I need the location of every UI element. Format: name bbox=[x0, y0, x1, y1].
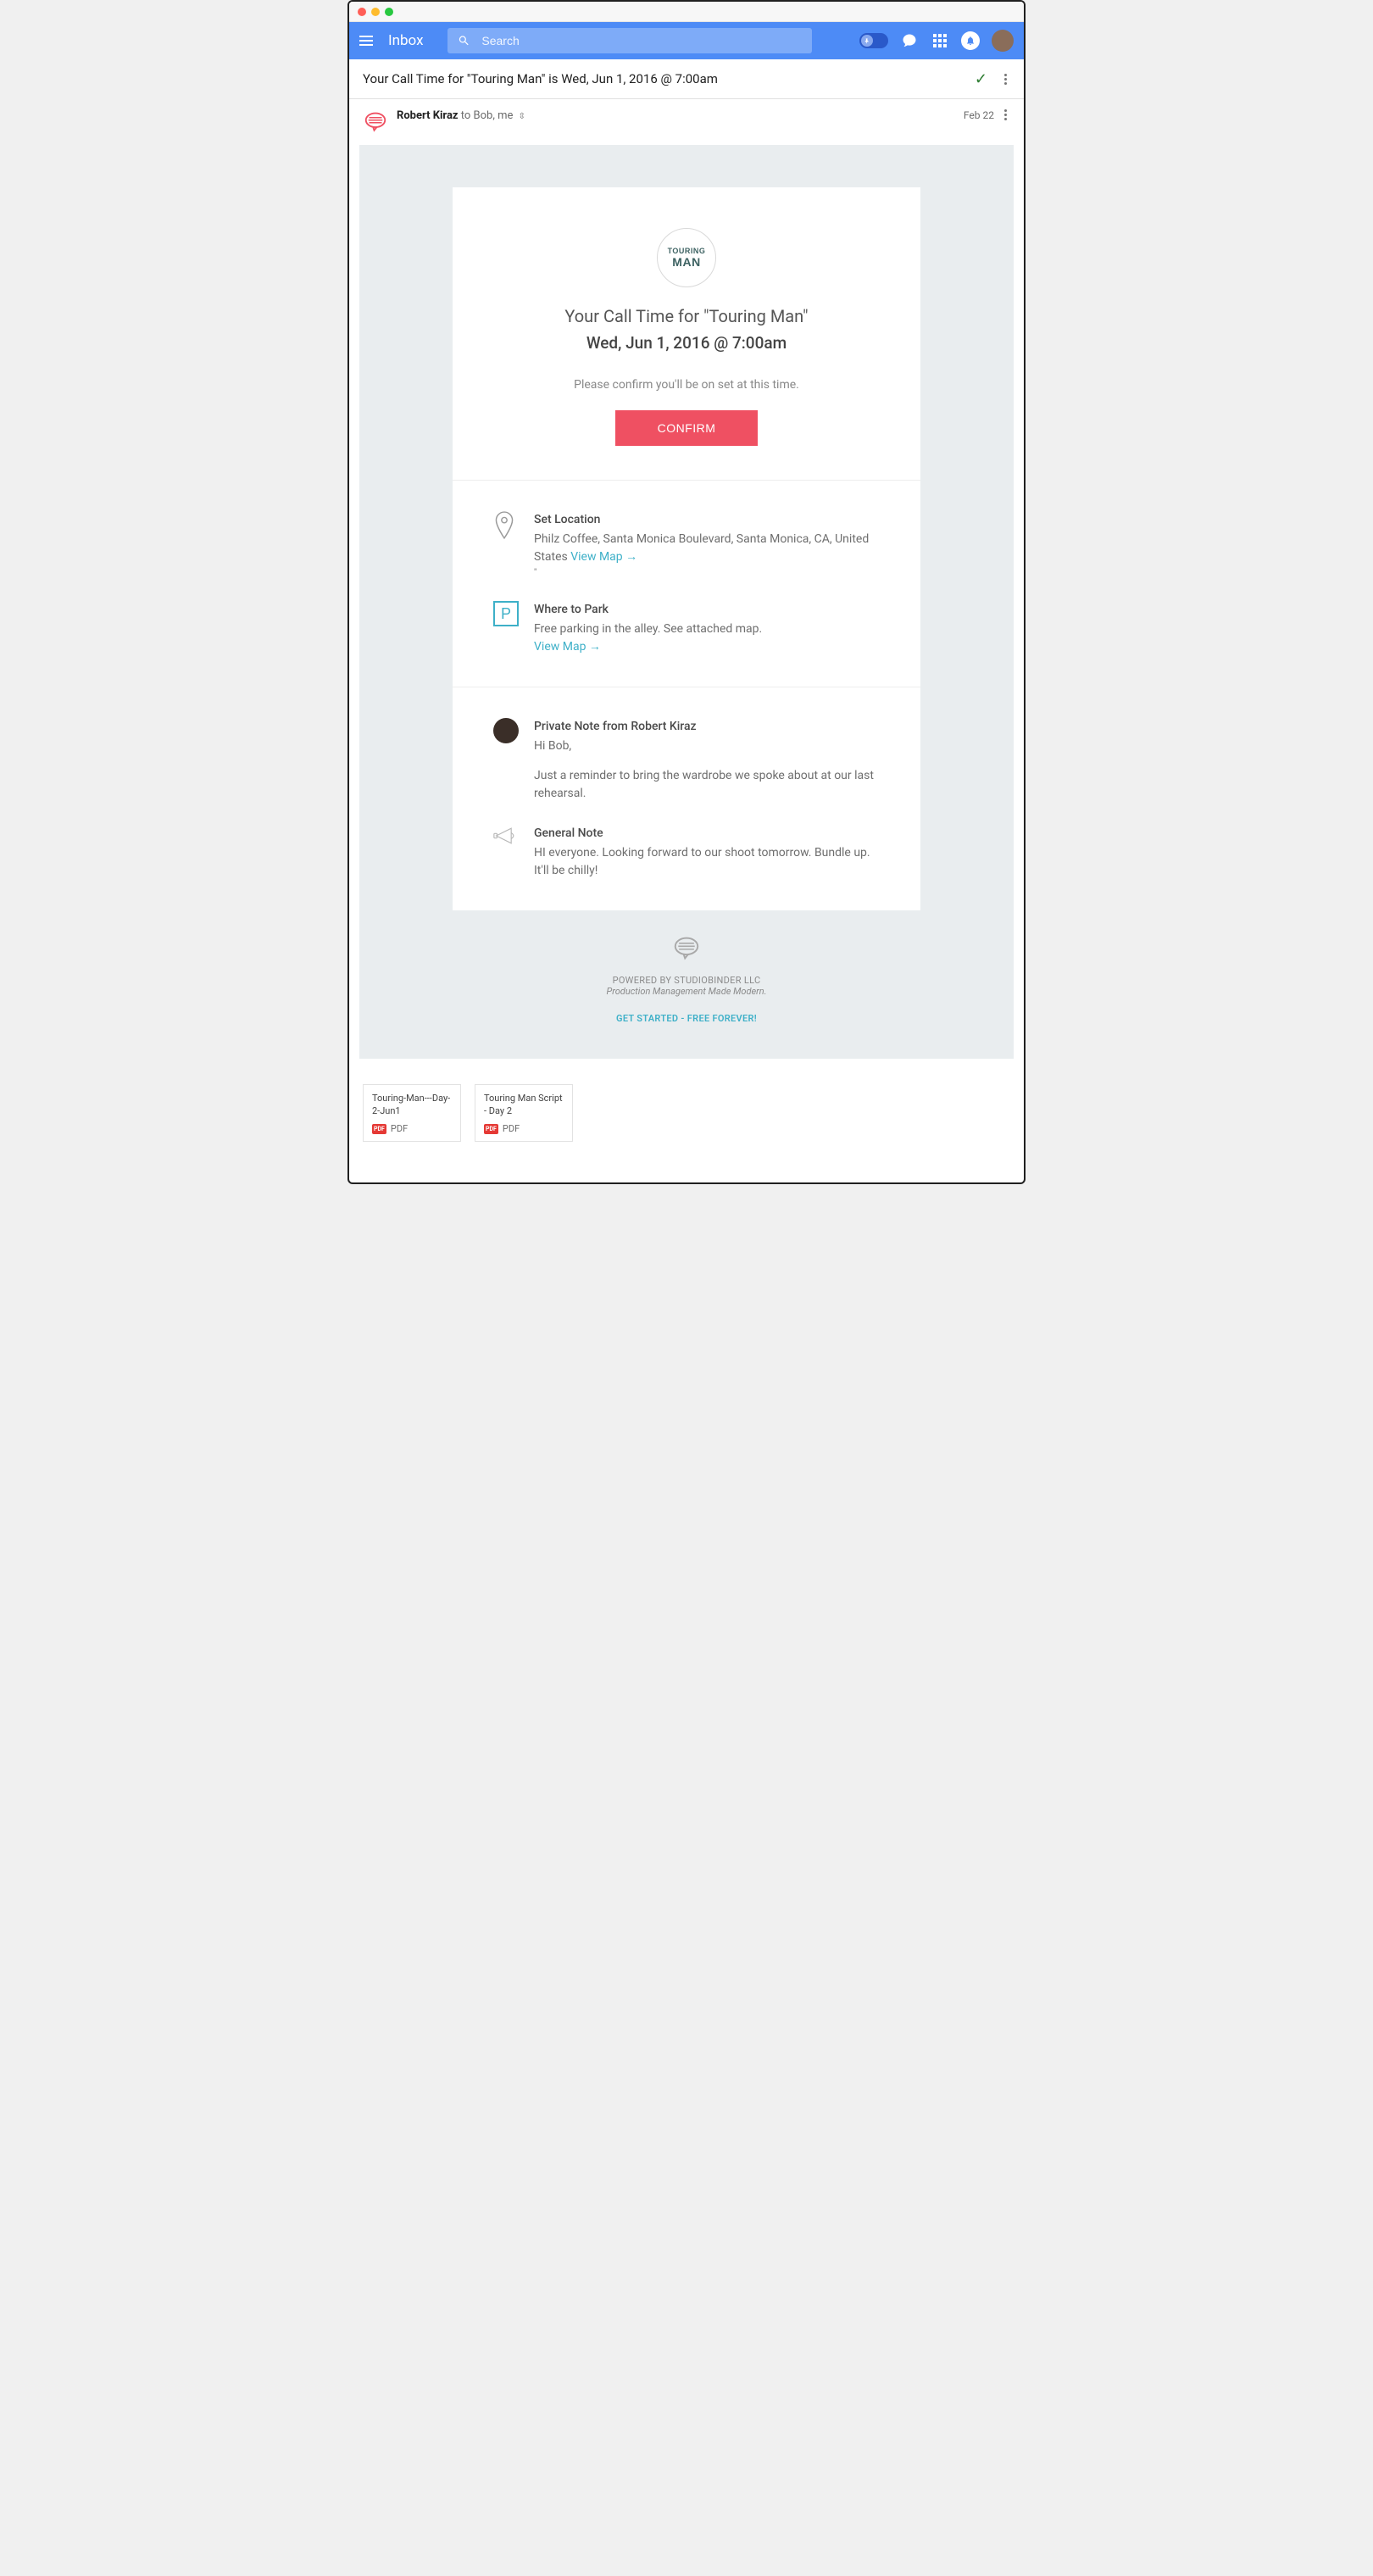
search-input[interactable] bbox=[481, 34, 801, 47]
apps-icon[interactable] bbox=[931, 31, 949, 50]
general-note-body: HI everyone. Looking forward to our shoo… bbox=[534, 844, 880, 880]
recipients: to Bob, me bbox=[461, 109, 514, 122]
studiobinder-logo-icon bbox=[363, 109, 388, 135]
email-body-wrap: TOURING MAN Your Call Time for "Touring … bbox=[359, 145, 1014, 1059]
close-window-icon[interactable] bbox=[358, 8, 366, 16]
menu-button[interactable] bbox=[359, 31, 380, 51]
pin-icon[interactable] bbox=[910, 70, 929, 88]
attachment-type: PDF bbox=[391, 1123, 408, 1134]
parking-label: Where to Park bbox=[534, 601, 880, 619]
app-bar: Inbox bbox=[349, 22, 1024, 59]
search-icon bbox=[458, 34, 470, 47]
notifications-icon[interactable] bbox=[961, 31, 980, 50]
location-label: Set Location bbox=[534, 511, 880, 529]
email-subject: Your Call Time for "Touring Man" is Wed,… bbox=[363, 71, 718, 86]
attachment-name: Touring-Man---Day-2-Jun1 bbox=[372, 1093, 452, 1118]
pdf-icon: PDF bbox=[484, 1124, 498, 1134]
attachment-item[interactable]: Touring-Man---Day-2-Jun1 PDF PDF bbox=[363, 1084, 461, 1142]
studiobinder-footer-icon bbox=[671, 936, 702, 961]
footer-powered: POWERED BY STUDIOBINDER LLC bbox=[453, 975, 920, 986]
call-time-datetime: Wed, Jun 1, 2016 @ 7:00am bbox=[478, 333, 895, 353]
pdf-icon: PDF bbox=[372, 1124, 386, 1134]
maximize-window-icon[interactable] bbox=[385, 8, 393, 16]
chat-icon[interactable] bbox=[900, 31, 919, 50]
app-title: Inbox bbox=[388, 32, 424, 49]
footer-tagline: Production Management Made Modern. bbox=[453, 986, 920, 997]
general-note-label: General Note bbox=[534, 825, 880, 843]
footer-cta-link[interactable]: GET STARTED - FREE FOREVER! bbox=[616, 1013, 757, 1024]
attachments: Touring-Man---Day-2-Jun1 PDF PDF Touring … bbox=[359, 1084, 1014, 1157]
attachment-name: Touring Man Script - Day 2 bbox=[484, 1093, 564, 1118]
attachment-item[interactable]: Touring Man Script - Day 2 PDF PDF bbox=[475, 1084, 573, 1142]
snooze-icon[interactable] bbox=[942, 70, 961, 88]
sender-name: Robert Kiraz bbox=[397, 109, 459, 122]
parking-icon: P bbox=[493, 601, 522, 656]
parking-link[interactable]: View Map → bbox=[534, 640, 601, 654]
confirm-prompt: Please confirm you'll be on set at this … bbox=[478, 378, 895, 392]
touring-man-logo: TOURING MAN bbox=[657, 228, 716, 287]
done-icon[interactable]: ✓ bbox=[975, 70, 987, 88]
megaphone-icon bbox=[493, 825, 522, 880]
user-avatar[interactable] bbox=[992, 30, 1014, 52]
call-time-title: Your Call Time for "Touring Man" bbox=[478, 306, 895, 326]
private-note-greeting: Hi Bob, bbox=[534, 737, 880, 755]
note-avatar bbox=[493, 718, 522, 803]
minimize-window-icon[interactable] bbox=[371, 8, 380, 16]
thumbtack-icon bbox=[864, 37, 870, 44]
window-titlebar bbox=[349, 2, 1024, 22]
more-menu-icon[interactable] bbox=[1001, 74, 1010, 85]
message-date: Feb 22 bbox=[964, 109, 994, 121]
message-from[interactable]: Robert Kiraz to Bob, me ⇳ bbox=[397, 109, 525, 122]
message-header: Robert Kiraz to Bob, me ⇳ Feb 22 bbox=[359, 99, 1014, 140]
location-link[interactable]: View Map → bbox=[570, 550, 637, 564]
confirm-button[interactable]: CONFIRM bbox=[615, 410, 759, 446]
pin-toggle[interactable] bbox=[859, 33, 888, 48]
message-more-icon[interactable] bbox=[1001, 109, 1010, 120]
expand-recipients-icon[interactable]: ⇳ bbox=[519, 112, 525, 121]
private-note-body: Just a reminder to bring the wardrobe we… bbox=[534, 767, 880, 803]
location-pin-icon bbox=[493, 511, 522, 579]
attachment-type: PDF bbox=[503, 1123, 520, 1134]
subject-bar: Your Call Time for "Touring Man" is Wed,… bbox=[349, 59, 1024, 98]
search-box[interactable] bbox=[447, 28, 812, 53]
private-note-label: Private Note from Robert Kiraz bbox=[534, 718, 880, 736]
parking-text: Free parking in the alley. See attached … bbox=[534, 620, 880, 638]
